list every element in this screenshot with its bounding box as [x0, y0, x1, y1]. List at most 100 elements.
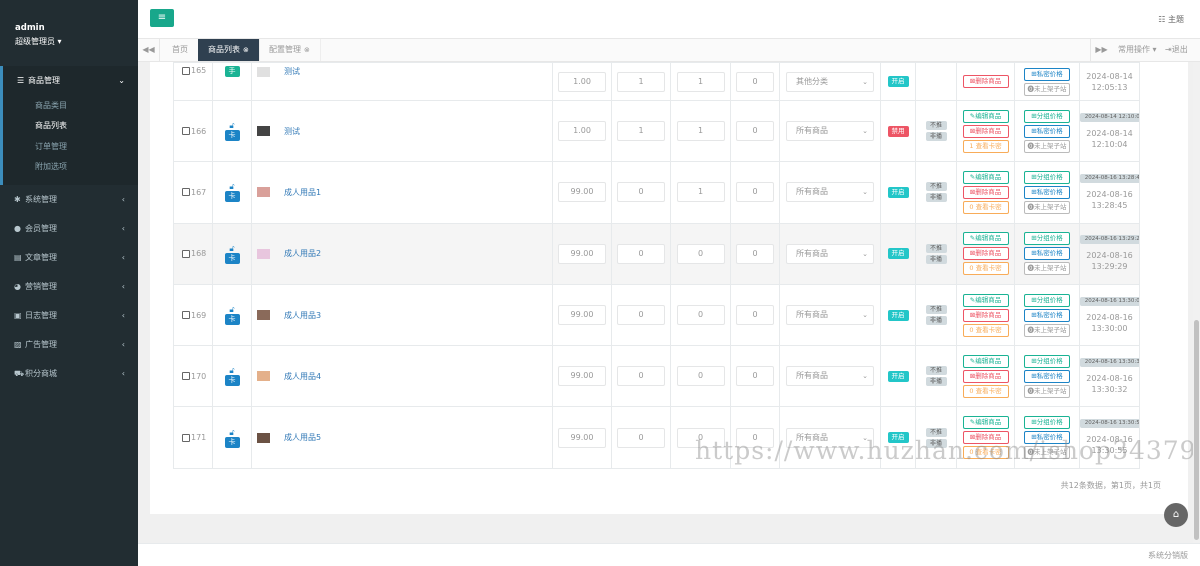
edit-product-button[interactable]: ✎编辑商品 [962, 232, 1009, 246]
product-name-link[interactable]: 成人用品5 [284, 433, 321, 442]
status-toggle[interactable]: 禁用 [887, 125, 909, 137]
delete-product-button[interactable]: ⊠删除商品 [962, 369, 1009, 383]
value1-input[interactable]: 0 [617, 243, 665, 264]
not-listed-button[interactable]: ⓿未上架子站 [1024, 262, 1070, 276]
sidebar-item-points-mall[interactable]: ⛟ 积分商城 ‹ [0, 359, 138, 388]
edit-product-button[interactable]: ✎编辑商品 [962, 170, 1009, 184]
product-name-link[interactable]: 成人用品3 [284, 311, 321, 320]
user-role[interactable]: 超级管理员 ▾ [15, 36, 138, 47]
value3-input[interactable]: 0 [736, 366, 774, 387]
product-name-link[interactable]: 测试 [284, 67, 300, 76]
subnav-item-orders[interactable]: 订单管理 [3, 136, 138, 157]
group-price-button[interactable]: ⊞分组价格 [1024, 416, 1070, 430]
row-checkbox[interactable] [182, 311, 190, 320]
view-cards-button[interactable]: 0 查看卡密 [962, 323, 1009, 337]
product-name-link[interactable]: 成人用品2 [284, 249, 321, 258]
not-listed-button[interactable]: ⓿未上架子站 [1024, 200, 1070, 214]
unlock-icon[interactable]: 🔓︎ [214, 305, 251, 314]
sidebar-item-members[interactable]: ● 会员管理 ‹ [0, 214, 138, 243]
subnav-item-product-list[interactable]: 商品列表 [3, 116, 138, 137]
edit-product-button[interactable]: ✎编辑商品 [962, 354, 1009, 368]
unlock-icon[interactable]: 🔓︎ [214, 366, 251, 375]
status-toggle[interactable]: 开启 [887, 76, 909, 87]
status-toggle[interactable]: 开启 [887, 248, 909, 260]
tab-scroll-right-button[interactable]: ▶▶ [1090, 39, 1112, 61]
sidebar-item-articles[interactable]: ▤ 文章管理 ‹ [0, 243, 138, 272]
view-cards-button[interactable]: 0 查看卡密 [962, 262, 1009, 276]
price-input[interactable]: 1.00 [558, 121, 606, 142]
not-listed-button[interactable]: ⓿未上架子站 [1024, 323, 1070, 337]
group-price-button[interactable]: ⊞分组价格 [1024, 354, 1070, 368]
common-ops-dropdown[interactable]: 常用操作 ▾ [1118, 39, 1157, 61]
private-price-button[interactable]: ⊞私密价格 [1024, 124, 1070, 138]
group-price-button[interactable]: ⊞分组价格 [1024, 170, 1070, 184]
value2-input[interactable]: 1 [676, 121, 725, 142]
row-checkbox[interactable] [182, 372, 190, 381]
edit-product-button[interactable]: ✎编辑商品 [962, 109, 1009, 123]
scrollbar-thumb[interactable] [1194, 320, 1199, 540]
category-select[interactable]: 所有商品 ⌄ [786, 121, 874, 142]
view-cards-button[interactable]: 0 查看卡密 [962, 384, 1009, 398]
view-cards-button[interactable]: 1 查看卡密 [962, 139, 1009, 153]
unlock-icon[interactable]: 🔓︎ [214, 428, 251, 437]
row-checkbox[interactable] [182, 188, 190, 197]
private-price-button[interactable]: ⊞私密价格 [1024, 247, 1070, 261]
tab-home[interactable]: 首页 [162, 39, 199, 61]
value1-input[interactable]: 0 [617, 182, 665, 203]
price-input[interactable]: 99.00 [558, 305, 606, 326]
value3-input[interactable]: 0 [736, 71, 774, 92]
category-select[interactable]: 所有商品 ⌄ [786, 305, 874, 326]
category-select[interactable]: 所有商品 ⌄ [786, 243, 874, 264]
price-input[interactable]: 99.00 [558, 427, 606, 448]
view-cards-button[interactable]: 0 查看卡密 [962, 200, 1009, 214]
edit-product-button[interactable]: ✎编辑商品 [962, 293, 1009, 307]
value3-input[interactable]: 0 [736, 182, 774, 203]
row-checkbox[interactable] [182, 433, 190, 442]
group-price-button[interactable]: ⊞分组价格 [1024, 293, 1070, 307]
value3-input[interactable]: 0 [736, 121, 774, 142]
price-input[interactable]: 99.00 [558, 243, 606, 264]
unlock-icon[interactable]: 🔓︎ [214, 244, 251, 253]
logout-button[interactable]: ⇥退出 [1165, 39, 1188, 61]
sidebar-item-product[interactable]: ☰ 商品管理 ⌄ [3, 66, 138, 95]
category-select[interactable]: 所有商品 ⌄ [786, 182, 874, 203]
subnav-item-options[interactable]: 附加选项 [3, 157, 138, 178]
category-select[interactable]: 其他分类 ⌄ [786, 71, 874, 92]
theme-button[interactable]: ☷ 主题 [1158, 14, 1184, 25]
private-price-button[interactable]: ⊞私密价格 [1024, 369, 1070, 383]
product-name-link[interactable]: 测试 [284, 127, 300, 136]
sidebar-item-logs[interactable]: ▣ 日志管理 ‹ [0, 301, 138, 330]
value1-input[interactable]: 1 [617, 71, 665, 92]
group-price-button[interactable]: ⊞分组价格 [1024, 232, 1070, 246]
value2-input[interactable]: 0 [676, 366, 725, 387]
menu-toggle-button[interactable]: ≡ [150, 9, 174, 27]
value1-input[interactable]: 0 [617, 427, 665, 448]
category-select[interactable]: 所有商品 ⌄ [786, 366, 874, 387]
row-checkbox[interactable] [182, 249, 190, 258]
value1-input[interactable]: 1 [617, 121, 665, 142]
delete-product-button[interactable]: ⊠删除商品 [962, 124, 1009, 138]
private-price-button[interactable]: ⊞私密价格 [1024, 308, 1070, 322]
close-icon[interactable]: ⊗ [243, 46, 249, 54]
value1-input[interactable]: 0 [617, 305, 665, 326]
unlock-icon[interactable]: 🔓︎ [214, 121, 251, 130]
not-listed-button[interactable]: ⓿未上架子站 [1024, 82, 1070, 96]
row-checkbox[interactable] [182, 127, 190, 136]
subnav-item-category[interactable]: 商品类目 [3, 95, 138, 116]
price-input[interactable]: 1.00 [558, 71, 606, 92]
not-listed-button[interactable]: ⓿未上架子站 [1024, 384, 1070, 398]
tab-product-list[interactable]: 商品列表 ⊗ [198, 39, 260, 61]
back-to-top-button[interactable]: ⌂ [1164, 503, 1188, 527]
product-name-link[interactable]: 成人用品4 [284, 372, 321, 381]
sidebar-item-system[interactable]: ✱ 系统管理 ‹ [0, 185, 138, 214]
delete-product-button[interactable]: ⊠删除商品 [962, 75, 1009, 88]
private-price-button[interactable]: ⊞私密价格 [1024, 67, 1070, 81]
close-icon[interactable]: ⊗ [304, 46, 310, 54]
page-scrollbar[interactable] [1193, 62, 1200, 543]
price-input[interactable]: 99.00 [558, 366, 606, 387]
tab-config[interactable]: 配置管理 ⊗ [259, 39, 321, 61]
delete-product-button[interactable]: ⊠删除商品 [962, 308, 1009, 322]
value3-input[interactable]: 0 [736, 243, 774, 264]
price-input[interactable]: 99.00 [558, 182, 606, 203]
group-price-button[interactable]: ⊞分组价格 [1024, 109, 1070, 123]
